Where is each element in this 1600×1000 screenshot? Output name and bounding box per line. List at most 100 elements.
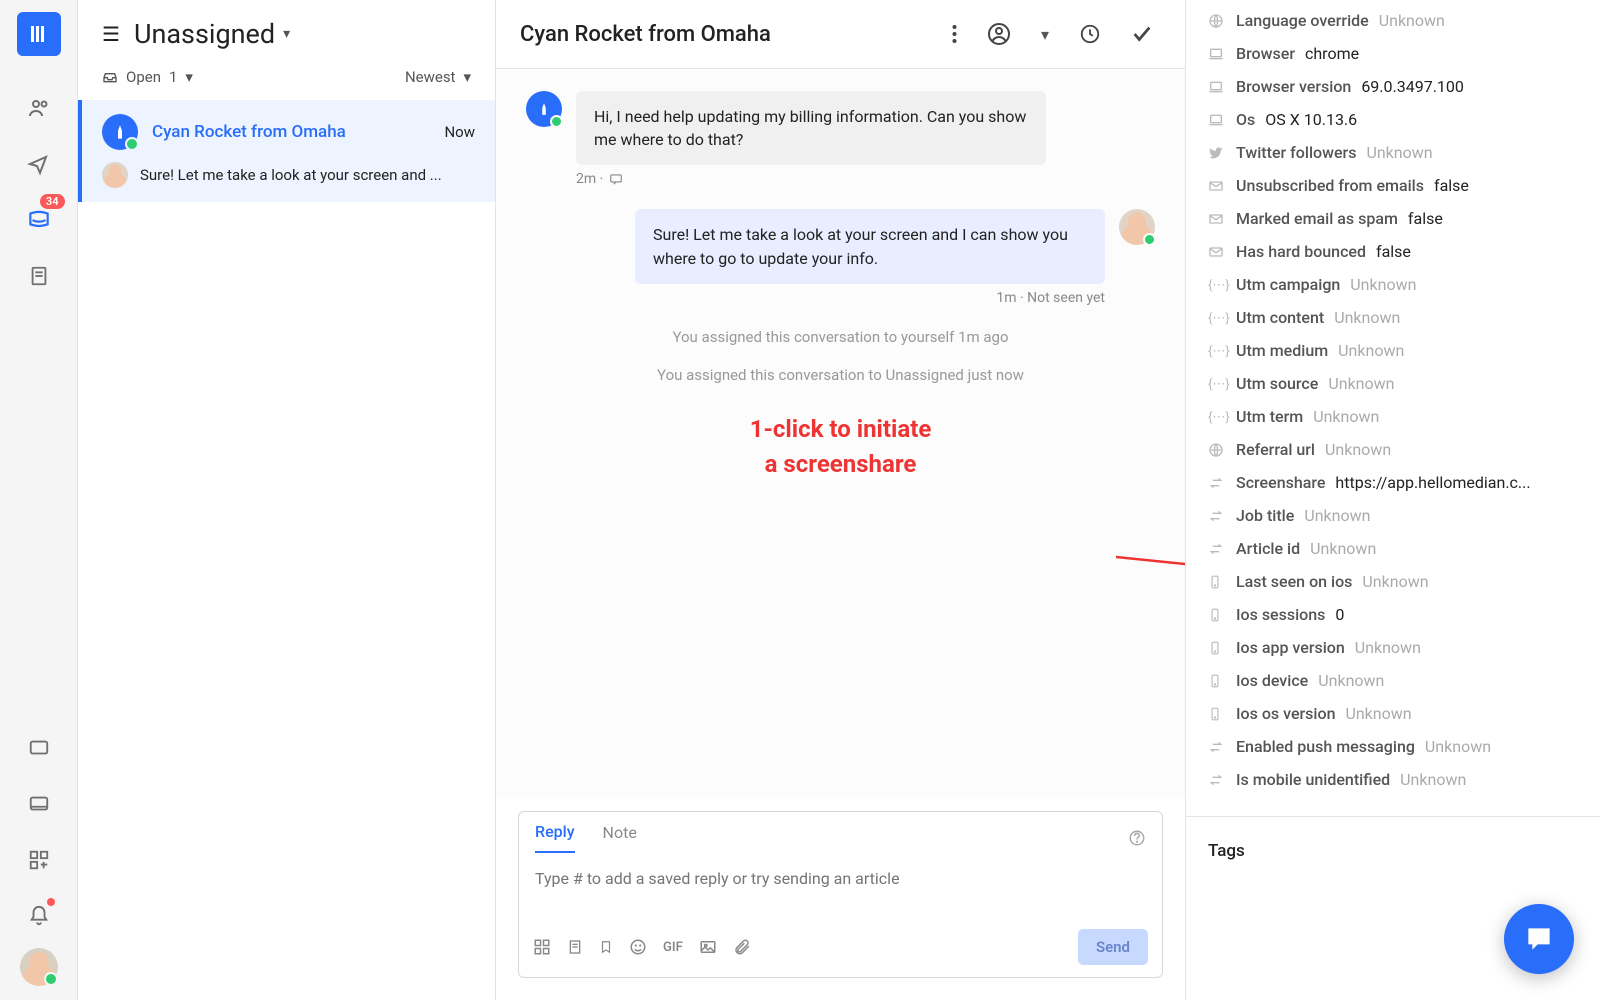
detail-label: Referral url bbox=[1236, 440, 1315, 459]
agent-avatar bbox=[1119, 209, 1155, 245]
detail-value: Unknown bbox=[1425, 737, 1491, 756]
detail-value: false bbox=[1408, 209, 1443, 228]
detail-value: Unknown bbox=[1379, 11, 1445, 30]
tab-note[interactable]: Note bbox=[603, 823, 637, 852]
bookmark-icon[interactable] bbox=[599, 938, 613, 956]
detail-row: Article idUnknown bbox=[1186, 532, 1600, 565]
sort-newest[interactable]: Newest ▾ bbox=[405, 68, 471, 86]
detail-label: Last seen on ios bbox=[1236, 572, 1352, 591]
contact-avatar bbox=[102, 114, 138, 150]
nav-articles-icon[interactable] bbox=[15, 252, 63, 300]
more-icon[interactable] bbox=[944, 20, 965, 48]
close-conversation-icon[interactable] bbox=[1123, 19, 1161, 49]
conversation-title: Cyan Rocket from Omaha bbox=[520, 22, 930, 47]
inbox-title: Unassigned bbox=[134, 18, 275, 50]
laptop-icon bbox=[1208, 46, 1226, 62]
emoji-icon[interactable] bbox=[629, 938, 647, 956]
detail-label: Screenshare bbox=[1236, 473, 1325, 492]
detail-value: 0 bbox=[1335, 605, 1344, 624]
detail-label: Is mobile unidentified bbox=[1236, 770, 1390, 789]
nav-apps-icon[interactable] bbox=[15, 836, 63, 884]
tray-icon bbox=[102, 69, 118, 85]
phone-icon bbox=[1208, 673, 1226, 689]
nav-messages-icon[interactable] bbox=[15, 724, 63, 772]
mail-icon bbox=[1208, 178, 1226, 194]
detail-label: Ios os version bbox=[1236, 704, 1335, 723]
laptop-icon bbox=[1208, 112, 1226, 128]
help-icon[interactable] bbox=[1128, 829, 1146, 847]
phone-icon bbox=[1208, 640, 1226, 656]
app-shortcut-icon[interactable] bbox=[533, 938, 551, 956]
messenger-launcher[interactable] bbox=[1504, 904, 1574, 974]
mail-icon bbox=[1208, 211, 1226, 227]
saved-reply-icon[interactable] bbox=[567, 938, 583, 956]
message-agent: Sure! Let me take a look at your screen … bbox=[635, 209, 1105, 283]
tab-reply[interactable]: Reply bbox=[535, 822, 575, 853]
detail-value: Unknown bbox=[1313, 407, 1379, 426]
assign-user-icon[interactable] bbox=[979, 18, 1019, 50]
filter-open[interactable]: Open 1 ▾ bbox=[102, 68, 193, 86]
detail-value: chrome bbox=[1305, 44, 1359, 63]
system-message: You assigned this conversation to Unassi… bbox=[526, 366, 1155, 384]
detail-row: {⋯}Utm contentUnknown bbox=[1186, 301, 1600, 334]
nav-send-icon[interactable] bbox=[15, 140, 63, 188]
message-timestamp: 2m · bbox=[576, 171, 603, 187]
detail-row: Marked email as spam false bbox=[1186, 202, 1600, 235]
detail-label: Browser bbox=[1236, 44, 1295, 63]
system-message: You assigned this conversation to yourse… bbox=[526, 328, 1155, 346]
snooze-icon[interactable] bbox=[1071, 19, 1109, 49]
nav-people-icon[interactable] bbox=[15, 84, 63, 132]
detail-value: https://app.hellomedian.c... bbox=[1335, 473, 1530, 492]
gif-icon[interactable]: GIF bbox=[663, 940, 683, 955]
detail-value: Unknown bbox=[1366, 143, 1432, 162]
detail-row: Is mobile unidentifiedUnknown bbox=[1186, 763, 1600, 796]
chevron-down-icon: ▾ bbox=[463, 68, 471, 86]
globe-icon bbox=[1208, 13, 1226, 29]
detail-value: Unknown bbox=[1318, 671, 1384, 690]
detail-value: Unknown bbox=[1310, 539, 1376, 558]
detail-label: Os bbox=[1236, 110, 1255, 129]
chevron-down-icon: ▾ bbox=[185, 68, 193, 86]
detail-row: Referral url Unknown bbox=[1186, 433, 1600, 466]
detail-label: Utm campaign bbox=[1236, 275, 1340, 294]
current-user-avatar[interactable] bbox=[20, 948, 58, 986]
attachment-icon[interactable] bbox=[733, 938, 751, 956]
swap-icon bbox=[1208, 541, 1226, 557]
detail-row: Language override Unknown bbox=[1186, 4, 1600, 37]
nav-notifications-icon[interactable] bbox=[15, 892, 63, 940]
detail-value: Unknown bbox=[1304, 506, 1370, 525]
nav-inbox-icon[interactable]: 34 bbox=[15, 196, 63, 244]
inbox-title-caret-icon[interactable]: ▾ bbox=[283, 26, 290, 42]
annotation-arrow bbox=[1116, 549, 1185, 629]
menu-icon[interactable]: ☰ bbox=[102, 22, 120, 46]
braces-icon: {⋯} bbox=[1208, 310, 1226, 326]
inbox-badge: 34 bbox=[40, 194, 65, 209]
nav-saved-icon[interactable] bbox=[15, 780, 63, 828]
detail-row: Ios app versionUnknown bbox=[1186, 631, 1600, 664]
swap-icon bbox=[1208, 739, 1226, 755]
phone-icon bbox=[1208, 607, 1226, 623]
assign-caret-icon[interactable]: ▾ bbox=[1033, 21, 1057, 48]
detail-label: Ios device bbox=[1236, 671, 1308, 690]
app-logo[interactable] bbox=[17, 12, 61, 56]
detail-row: Last seen on iosUnknown bbox=[1186, 565, 1600, 598]
send-button[interactable]: Send bbox=[1078, 929, 1148, 965]
detail-label: Utm content bbox=[1236, 308, 1324, 327]
detail-value: Unknown bbox=[1325, 440, 1391, 459]
detail-value: Unknown bbox=[1328, 374, 1394, 393]
image-icon[interactable] bbox=[699, 938, 717, 956]
detail-label: Marked email as spam bbox=[1236, 209, 1398, 228]
detail-label: Language override bbox=[1236, 11, 1369, 30]
detail-value: Unknown bbox=[1345, 704, 1411, 723]
swap-icon bbox=[1208, 772, 1226, 788]
detail-value: false bbox=[1376, 242, 1411, 261]
detail-row: Ios sessions0 bbox=[1186, 598, 1600, 631]
globe-icon bbox=[1208, 442, 1226, 458]
swap-icon bbox=[1208, 475, 1226, 491]
reply-input[interactable] bbox=[519, 853, 1162, 917]
detail-value: Unknown bbox=[1338, 341, 1404, 360]
comment-icon bbox=[609, 172, 623, 186]
detail-label: Job title bbox=[1236, 506, 1294, 525]
conversation-item[interactable]: Cyan Rocket from Omaha Now Sure! Let me … bbox=[78, 100, 495, 202]
message-user: Hi, I need help updating my billing info… bbox=[576, 91, 1046, 165]
